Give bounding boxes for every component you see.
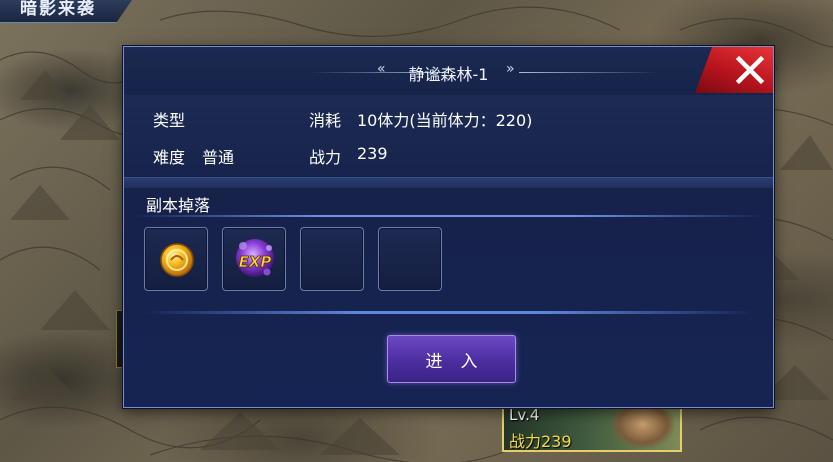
stage-info-section: 类型 难度 普通 消耗 10体力(当前体力：220) 战力 239	[124, 95, 773, 177]
drop-slot-empty	[378, 227, 442, 291]
enter-button[interactable]: 进入	[387, 335, 516, 383]
power-label: 战力	[309, 148, 342, 167]
close-button[interactable]	[695, 47, 773, 93]
close-icon	[735, 55, 765, 85]
cost-label: 消耗	[309, 111, 342, 130]
cost-value: 10体力(当前体力：220)	[357, 111, 533, 130]
difficulty-label: 难度	[153, 148, 186, 167]
exp-orb-icon: EXP	[236, 239, 274, 277]
power-value: 239	[357, 144, 388, 163]
drop-slot-exp[interactable]: EXP	[222, 227, 286, 291]
exp-text: EXP	[239, 253, 272, 271]
top-header-tab: 暗影来袭	[0, 0, 132, 23]
drop-slot-empty	[300, 227, 364, 291]
stage-node-level: Lv.4	[509, 406, 540, 424]
stage-info-dialog: « » 静谧森林-1 类型 难度 普通 消耗 10体力(当前体力：220) 战力…	[123, 46, 774, 408]
drop-slot-gold[interactable]	[144, 227, 208, 291]
bottom-glow-line	[144, 311, 754, 314]
stage-node-power: 战力239	[509, 432, 572, 451]
type-label: 类型	[153, 111, 186, 130]
dialog-title: 静谧森林-1	[408, 65, 489, 84]
drops-title: 副本掉落	[146, 196, 211, 215]
dialog-title-bar: « » 静谧森林-1	[124, 47, 773, 95]
difficulty-value: 普通	[202, 148, 235, 167]
section-divider	[124, 177, 773, 188]
header-tab-label: 暗影来袭	[20, 0, 96, 19]
drops-glow-line	[134, 215, 764, 217]
enemy-portrait	[612, 408, 674, 448]
gold-coin-icon	[160, 243, 194, 277]
